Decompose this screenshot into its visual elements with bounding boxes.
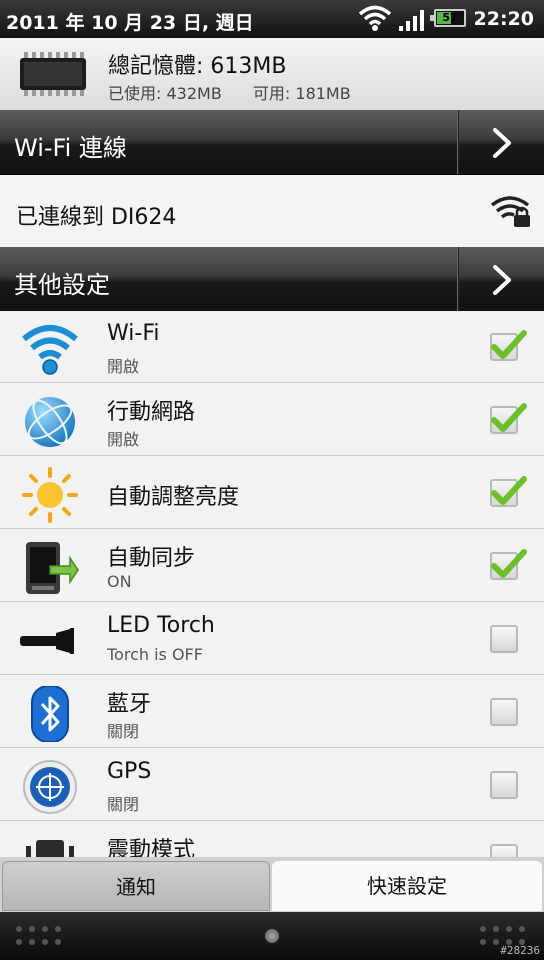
mobile-network-title: 行動網路: [107, 400, 196, 425]
grip-dots-right: [480, 926, 525, 945]
tab-quick-settings[interactable]: 快速設定: [272, 861, 542, 911]
list-item-bluetooth[interactable]: 藍牙 關閉: [0, 676, 544, 748]
mobile-network-checkbox[interactable]: [490, 403, 527, 434]
chevron-right-icon: [493, 265, 511, 295]
gps-subtitle: 關閉: [107, 795, 140, 814]
gps-checkbox[interactable]: [490, 771, 518, 799]
list-item-wifi[interactable]: Wi-Fi 開啟: [0, 311, 544, 383]
battery-level: 57: [442, 11, 458, 24]
bluetooth-checkbox[interactable]: [490, 698, 518, 726]
memory-used: 已使用: 432MB: [108, 84, 222, 103]
vibrate-icon: [26, 840, 74, 857]
status-bar: 2011 年 10 月 23 日, 週日 57 22:20: [0, 0, 544, 38]
auto-sync-checkbox[interactable]: [490, 549, 527, 580]
bluetooth-icon: [31, 686, 69, 742]
wifi-checkbox[interactable]: [490, 330, 527, 361]
auto-sync-title: 自動同步: [107, 546, 196, 571]
list-item-vibrate[interactable]: 震動模式: [0, 822, 544, 857]
led-torch-title: LED Torch: [107, 613, 215, 638]
memory-chip-icon: [20, 52, 86, 96]
list-item-gps[interactable]: GPS 關閉: [0, 749, 544, 821]
led-torch-checkbox[interactable]: [490, 625, 518, 653]
memory-available: 可用: 181MB: [252, 84, 351, 103]
memory-total: 總記憶體: 613MB: [108, 54, 287, 79]
tab-notifications[interactable]: 通知: [2, 861, 270, 911]
bluetooth-title: 藍牙: [107, 692, 152, 717]
wifi-section-title: Wi-Fi 連線: [14, 134, 127, 162]
other-settings-title: 其他設定: [14, 271, 110, 299]
secured-wifi-icon: [490, 196, 530, 227]
wifi-icon: [22, 325, 78, 375]
led-torch-subtitle: Torch is OFF: [107, 645, 203, 664]
wifi-subtitle: 開啟: [107, 357, 140, 376]
tab-bar: 通知 快速設定: [0, 857, 544, 912]
other-settings-header[interactable]: 其他設定: [0, 247, 544, 311]
bottom-handle-bar[interactable]: #28236: [0, 912, 544, 960]
status-date: 2011 年 10 月 23 日, 週日: [6, 12, 254, 34]
watermark: #28236: [500, 944, 540, 957]
list-item-auto-brightness[interactable]: 自動調整亮度: [0, 457, 544, 529]
memory-panel: 總記憶體: 613MB 已使用: 432MB 可用: 181MB: [0, 38, 544, 110]
wifi-section-header[interactable]: Wi-Fi 連線: [0, 110, 544, 174]
grip-dots-left: [16, 926, 61, 945]
wifi-connection-row[interactable]: 已連線到 DI624: [0, 175, 544, 247]
memory-usage: 已使用: 432MB 可用: 181MB: [108, 80, 377, 104]
list-item-mobile-network[interactable]: 行動網路 開啟: [0, 384, 544, 456]
wifi-settings-button[interactable]: [457, 110, 544, 174]
torch-icon: [20, 628, 74, 654]
quick-settings-list: Wi-Fi 開啟 行動網路 開啟 自動調整亮度 自動同步 ON LED Torc…: [0, 311, 544, 857]
wifi-signal-icon: [358, 5, 392, 31]
cell-signal-icon: [399, 10, 424, 31]
battery-icon: 57: [430, 9, 466, 27]
sync-icon: [26, 542, 79, 594]
status-time: 22:20: [473, 8, 534, 30]
drag-handle[interactable]: [265, 929, 279, 943]
checkmark-icon: [491, 330, 527, 359]
sun-icon: [22, 467, 78, 523]
gps-icon: [23, 760, 77, 814]
list-item-led-torch[interactable]: LED Torch Torch is OFF: [0, 603, 544, 675]
wifi-title: Wi-Fi: [107, 321, 160, 346]
auto-brightness-title: 自動調整亮度: [107, 485, 240, 510]
mobile-network-subtitle: 開啟: [107, 430, 140, 449]
other-settings-button[interactable]: [457, 247, 544, 311]
auto-brightness-checkbox[interactable]: [490, 476, 527, 507]
vibrate-checkbox[interactable]: [490, 844, 518, 857]
gps-title: GPS: [107, 759, 152, 784]
globe-icon: [25, 397, 75, 447]
vibrate-title: 震動模式: [107, 838, 196, 857]
checkmark-icon: [491, 549, 527, 578]
checkmark-icon: [491, 476, 527, 505]
bluetooth-subtitle: 關閉: [107, 722, 140, 741]
list-item-auto-sync[interactable]: 自動同步 ON: [0, 530, 544, 602]
checkmark-icon: [491, 403, 527, 432]
wifi-connection-status: 已連線到 DI624: [16, 205, 177, 230]
chevron-right-icon: [493, 128, 511, 158]
auto-sync-subtitle: ON: [107, 572, 132, 591]
